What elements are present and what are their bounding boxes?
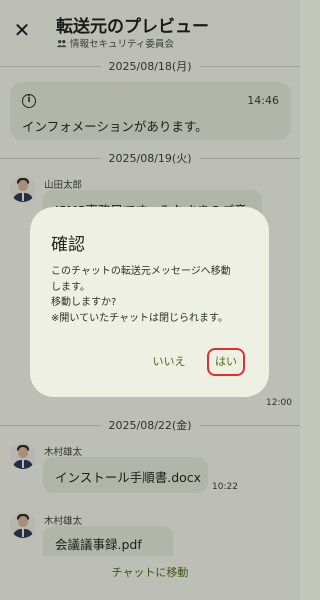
dialog-message-line: 移動しますか?	[51, 297, 117, 308]
dialog-title: 確認	[51, 235, 85, 255]
no-button[interactable]: いいえ	[147, 351, 191, 373]
dialog-message-line: ※開いていたチャットは閉じられます。	[51, 312, 228, 324]
dialog-message: このチャットの転送元メッセージへ移動 します。 移動しますか? ※開いていたチャ…	[51, 264, 256, 326]
dialog-message-line: します。	[51, 281, 90, 293]
confirm-dialog: 確認 このチャットの転送元メッセージへ移動 します。 移動しますか? ※開いてい…	[30, 207, 269, 397]
yes-button[interactable]: はい	[207, 348, 245, 376]
dialog-message-line: このチャットの転送元メッセージへ移動	[51, 266, 231, 277]
